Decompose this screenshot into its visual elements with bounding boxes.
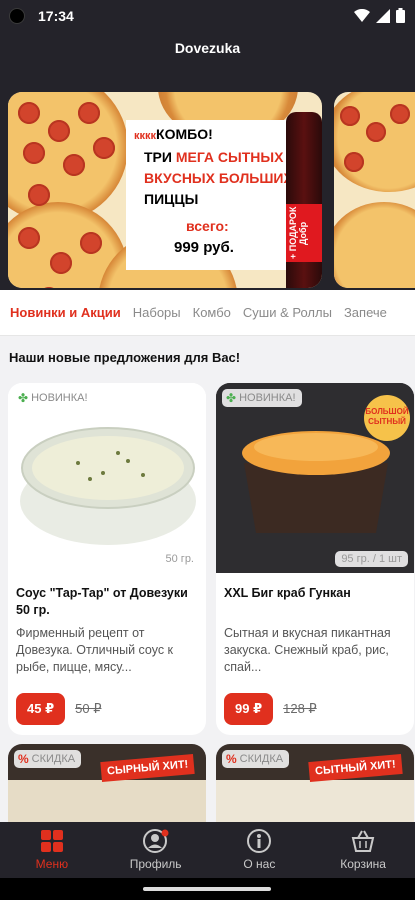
pepperoni <box>340 106 360 126</box>
clover-icon: ✤ <box>18 391 29 405</box>
product-image <box>216 780 414 824</box>
signal-icon <box>376 8 390 23</box>
clover-icon: ✤ <box>226 391 237 405</box>
badge-label: НОВИНКА! <box>31 392 88 404</box>
tab-sets[interactable]: Наборы <box>133 305 181 320</box>
old-price: 128 ₽ <box>283 701 317 716</box>
pepperoni <box>50 252 72 274</box>
promo-line3: ВКУСНЫХ БОЛЬШИХ <box>144 170 293 186</box>
pizza-image <box>334 202 415 288</box>
weight-label: 95 гр. / 1 шт <box>335 551 408 567</box>
pepperoni <box>63 154 85 176</box>
promo-line1-small: кккк <box>134 130 157 142</box>
pepperoni <box>28 184 50 206</box>
add-to-cart-price-button[interactable]: 99 ₽ <box>224 693 274 725</box>
pepperoni <box>23 142 45 164</box>
promo-total-label: всего: <box>186 218 229 234</box>
pepperoni <box>48 120 70 142</box>
basket-icon <box>351 830 375 852</box>
nav-menu[interactable]: Меню <box>0 822 104 878</box>
camera-cutout <box>9 8 25 24</box>
tab-baked[interactable]: Запече <box>344 305 387 320</box>
tab-sushi-rolls[interactable]: Суши & Роллы <box>243 305 332 320</box>
info-icon <box>247 829 272 853</box>
promo-line4: ПИЦЦЫ <box>144 191 199 207</box>
product-card[interactable]: % СКИДКА СЫТНЫЙ ХИТ! <box>216 744 414 824</box>
section-title: Наши новые предложения для Вас! <box>9 350 241 365</box>
nav-label: Меню <box>35 857 69 871</box>
profile-icon <box>142 829 169 853</box>
promo-line2a: ТРИ <box>144 149 176 165</box>
percent-icon: % <box>18 752 29 766</box>
sticker-big-filling: БОЛЬШОЙ СЫТНЫЙ <box>364 395 410 441</box>
app-title: Dovezuka <box>174 40 241 56</box>
product-title: XXL Биг краб Гункан <box>224 586 351 600</box>
bottle-label: + ПОДАРОК Добр <box>286 204 322 262</box>
nav-label: Профиль <box>129 857 182 871</box>
tab-combo[interactable]: Комбо <box>193 305 231 320</box>
nav-about[interactable]: О нас <box>208 822 312 878</box>
product-card[interactable]: % СКИДКА СЫРНЫЙ ХИТ! <box>8 744 206 824</box>
pepperoni <box>18 102 40 124</box>
discount-badge: % СКИДКА <box>222 750 290 768</box>
add-to-cart-price-button[interactable]: 45 ₽ <box>16 693 66 725</box>
grid-icon <box>40 830 63 852</box>
nav-cart[interactable]: Корзина <box>311 822 415 878</box>
new-badge: ✤ НОВИНКА! <box>222 389 302 407</box>
promo-line1: КОМБО! <box>156 126 213 142</box>
hit-sticker: СЫТНЫЙ ХИТ! <box>308 753 403 783</box>
product-image <box>8 780 206 824</box>
home-indicator[interactable] <box>143 887 271 891</box>
bottom-navigation: Меню Профиль О нас Корзина <box>0 822 415 878</box>
pepperoni <box>93 137 115 159</box>
nav-profile[interactable]: Профиль <box>104 822 208 878</box>
badge-label: НОВИНКА! <box>239 392 296 404</box>
product-description: Фирменный рецепт от Довезука. Отличный с… <box>16 626 174 674</box>
product-title: Соус "Тар-Тар" от Довезуки 50 гр. <box>16 586 188 617</box>
product-card[interactable]: ✤ НОВИНКА! 50 гр. Соус "Тар-Тар" от Дове… <box>8 383 206 735</box>
hit-sticker: СЫРНЫЙ ХИТ! <box>99 753 195 783</box>
category-tabs: Новинки и Акции Наборы Комбо Суши & Ролл… <box>0 290 415 336</box>
percent-icon: % <box>226 752 237 766</box>
pepperoni <box>344 152 364 172</box>
product-card[interactable]: ✤ НОВИНКА! БОЛЬШОЙ СЫТНЫЙ 95 гр. / 1 шт … <box>216 383 414 735</box>
tab-new-and-promos[interactable]: Новинки и Акции <box>10 305 121 320</box>
wifi-icon <box>354 8 370 22</box>
pepperoni <box>78 102 100 124</box>
price-row: 99 ₽ 128 ₽ <box>216 687 414 725</box>
pepperoni <box>390 104 410 124</box>
pepperoni <box>80 232 102 254</box>
product-description: Сытная и вкусная пикантная закуска. Снеж… <box>224 626 391 674</box>
badge-label: СКИДКА <box>31 753 76 765</box>
promo-banner[interactable]: ккккКОМБО! ТРИ МЕГА СЫТНЫХ ВКУСНЫХ БОЛЬШ… <box>8 92 322 288</box>
pepperoni <box>18 227 40 249</box>
badge-label: СКИДКА <box>239 753 284 765</box>
discount-badge: % СКИДКА <box>14 750 82 768</box>
promo-banner-next[interactable] <box>334 92 415 288</box>
nav-label: О нас <box>243 857 276 871</box>
price-row: 45 ₽ 50 ₽ <box>8 687 206 725</box>
promo-text-panel: ккккКОМБО! ТРИ МЕГА СЫТНЫХ ВКУСНЫХ БОЛЬШ… <box>126 120 294 270</box>
promo-total-price: 999 руб. <box>174 239 234 256</box>
status-icons <box>354 8 405 23</box>
promo-line2b: МЕГА СЫТНЫХ <box>175 149 284 165</box>
battery-icon <box>396 8 405 23</box>
weight-label: 50 гр. <box>159 551 200 567</box>
new-badge: ✤ НОВИНКА! <box>14 389 94 407</box>
status-bar: 17:34 <box>0 0 415 32</box>
product-image: ✤ НОВИНКА! 50 гр. <box>8 383 206 573</box>
nav-label: Корзина <box>340 857 386 871</box>
status-time: 17:34 <box>38 8 74 24</box>
sauce-bowl-image <box>20 427 196 545</box>
product-image: ✤ НОВИНКА! БОЛЬШОЙ СЫТНЫЙ 95 гр. / 1 шт <box>216 383 414 573</box>
pepperoni <box>366 122 386 142</box>
old-price: 50 ₽ <box>75 701 102 716</box>
